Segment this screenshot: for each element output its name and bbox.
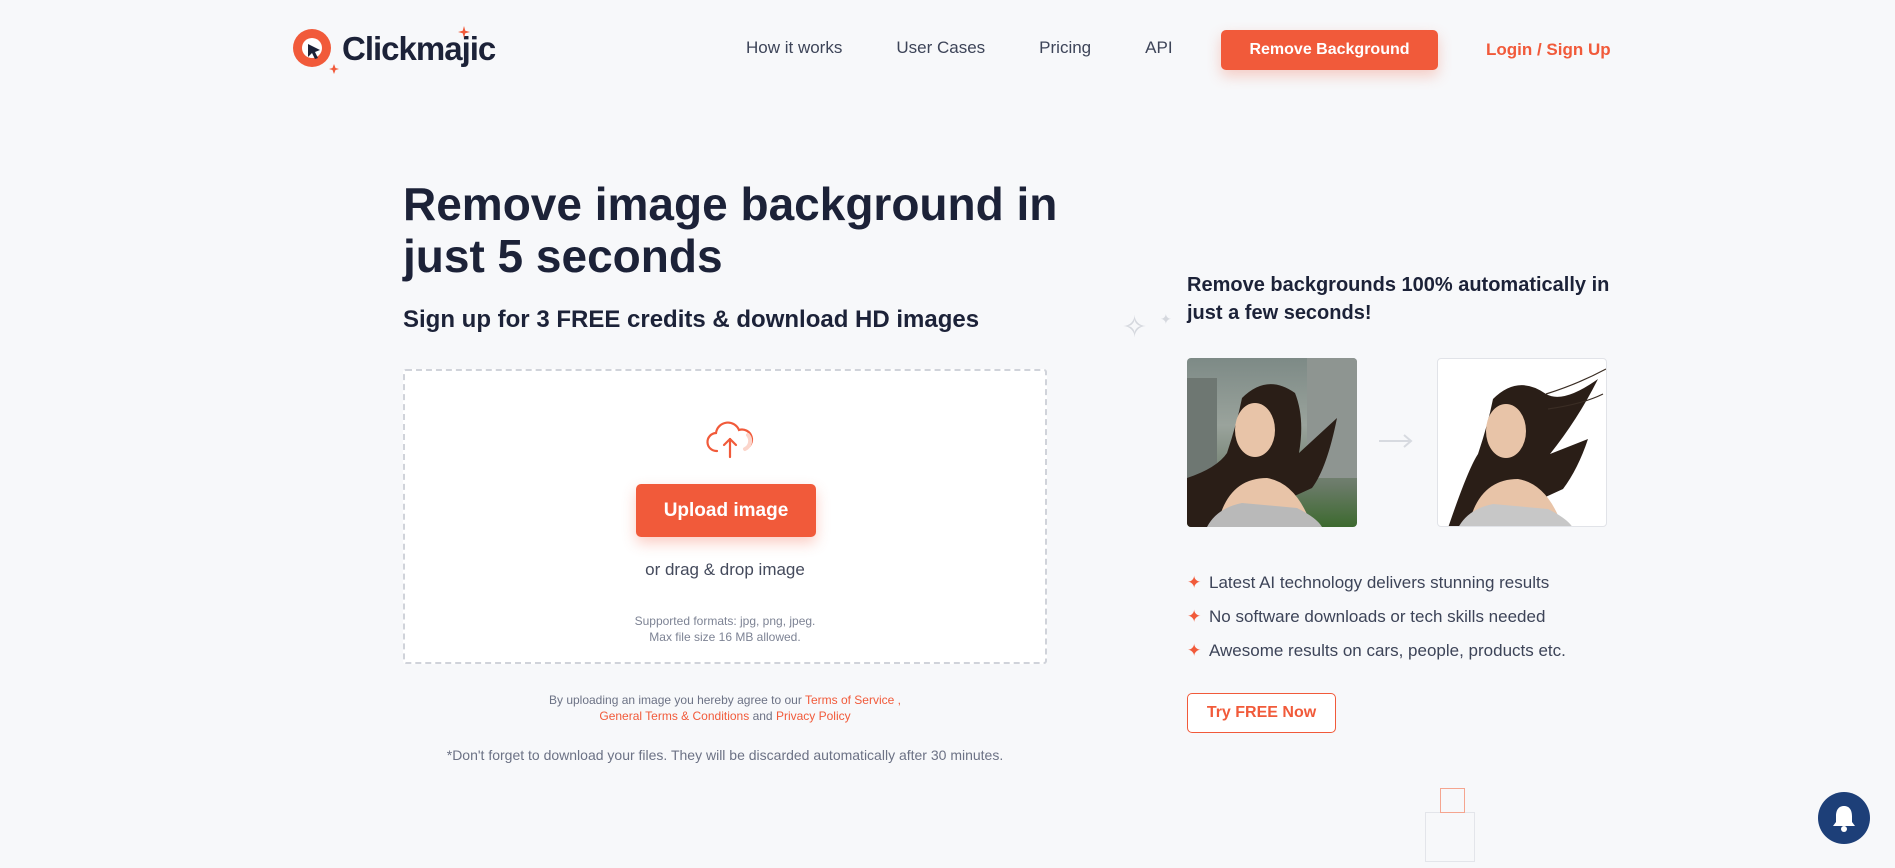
sparkle-small-icon: ✦ [1160,311,1172,327]
general-terms-link[interactable]: General Terms & Conditions [599,709,749,723]
sparkle-icon: ✦ [1187,641,1202,660]
hero-title: Remove image background in just 5 second… [403,178,1058,282]
drag-drop-text: or drag & drop image [645,560,805,579]
notification-button[interactable] [1818,792,1870,844]
nav-user-cases[interactable]: User Cases [896,38,985,58]
feature-item: ✦ Latest AI technology delivers stunning… [1187,566,1566,600]
sparkle-icon: ✦ [1187,573,1202,592]
try-free-button[interactable]: Try FREE Now [1187,693,1336,733]
decorative-square-accent [1440,788,1465,813]
nav-api[interactable]: API [1145,38,1172,58]
sparkle-icon: ✦ [1187,607,1202,626]
feature-text: Awesome results on cars, people, product… [1209,641,1566,660]
cloud-upload-icon [706,421,754,459]
feature-text: Latest AI technology delivers stunning r… [1209,573,1550,592]
arrow-right-icon [1379,434,1413,448]
supported-formats: Supported formats: jpg, png, jpeg. Max f… [405,613,1045,645]
person-cutout-icon [1448,368,1606,526]
login-signup-link[interactable]: Login / Sign Up [1486,40,1611,60]
upload-dropzone[interactable]: Upload image or drag & drop image Suppor… [403,369,1047,664]
upload-image-button[interactable]: Upload image [636,484,816,537]
person-photo-icon [1187,358,1357,527]
logo-icon [293,29,339,74]
terms-and: and [752,709,773,723]
before-image [1187,358,1357,527]
showcase-title: Remove backgrounds 100% automatically in… [1187,274,1610,324]
privacy-policy-link[interactable]: Privacy Policy [776,709,851,723]
main-nav: How it works User Cases Pricing API [746,38,1227,58]
bell-icon [1833,806,1855,832]
decorative-square [1425,812,1475,862]
feature-item: ✦ No software downloads or tech skills n… [1187,600,1566,634]
feature-item: ✦ Awesome results on cars, people, produ… [1187,634,1566,668]
terms-comma: , [897,693,901,707]
page: Clickmajic How it works User Cases Prici… [0,0,1895,868]
after-image [1437,358,1607,527]
terms-prefix: By uploading an image you hereby agree t… [548,693,802,707]
sparkle-large-icon: ✧ [1122,311,1148,344]
feature-list: ✦ Latest AI technology delivers stunning… [1187,566,1566,668]
logo-sparkle-icon [458,26,470,38]
max-size-line: Max file size 16 MB allowed. [649,630,801,644]
remove-background-button[interactable]: Remove Background [1221,30,1438,70]
terms-notice: By uploading an image you hereby agree t… [403,692,1047,724]
logo[interactable]: Clickmajic [290,24,496,74]
hero-subtitle: Sign up for 3 FREE credits & download HD… [403,306,980,333]
feature-text: No software downloads or tech skills nee… [1209,607,1546,626]
nav-pricing[interactable]: Pricing [1039,38,1091,58]
brand-name: Clickmajic [342,30,496,67]
terms-of-service-link[interactable]: Terms of Service [805,693,894,707]
download-reminder: *Don't forget to download your files. Th… [446,747,1004,763]
formats-line: Supported formats: jpg, png, jpeg. [634,614,816,628]
nav-how-it-works[interactable]: How it works [746,38,842,58]
